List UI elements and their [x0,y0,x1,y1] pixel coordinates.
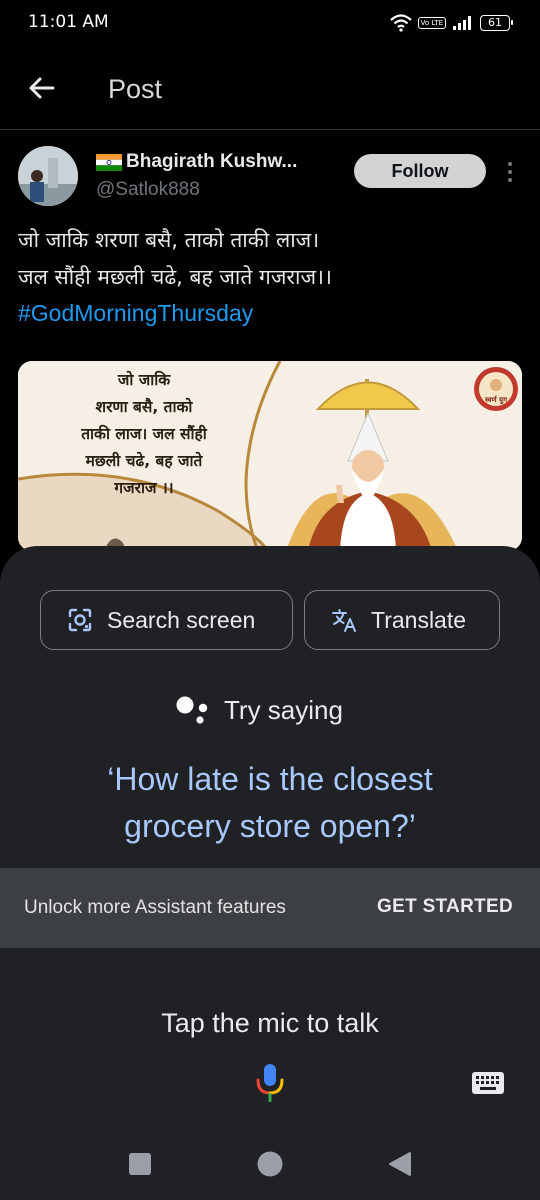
signal-icon [453,16,471,30]
lens-icon [67,607,93,633]
post-text-line-1: जो जाकि शरणा बसै, ताको ताकी लाज। [18,228,320,252]
nav-back-button[interactable] [386,1150,414,1178]
post-image[interactable]: जो जाकि शरणा बसै, ताको ताकी लाज। जल सौंह… [18,361,522,551]
keyboard-icon [472,1072,504,1094]
translate-button[interactable]: Translate [304,590,500,650]
tap-mic-label: Tap the mic to talk [161,1008,379,1038]
avatar[interactable] [18,146,78,206]
assistant-dots-icon [176,696,208,724]
author-name: Bhagirath Kushw... [126,151,298,172]
image-caption-line: जो जाकि [117,371,171,389]
status-time: 11:01 AM [28,12,109,32]
author-name-row[interactable]: Bhagirath Kushw... [96,151,297,173]
post-text-line-2: जल सौंही मछली चढे, बह जाते गजराज।। [18,265,332,289]
follow-button[interactable]: Follow [354,154,486,188]
suggestion-text[interactable]: ‘How late is the closest grocery store o… [0,756,540,850]
image-caption-line: गजराज ।। [114,479,174,497]
search-screen-button[interactable]: Search screen [40,590,293,650]
image-caption-line: मछली चढे, बह जाते [85,452,203,470]
triangle-back-icon [389,1152,411,1176]
keyboard-button[interactable] [470,1070,506,1096]
mic-icon [256,1064,284,1102]
battery-indicator: 61 [480,15,513,31]
unlock-features-banner: Unlock more Assistant features GET START… [0,868,540,948]
status-bar: 11:01 AM Vo LTE 61 [0,0,540,46]
status-icons: Vo LTE 61 [389,12,513,34]
image-caption-line: ताकी लाज। जल सौंही [81,425,207,443]
hashtag-link[interactable]: #GodMorningThursday [18,300,253,327]
unlock-text: Unlock more Assistant features [24,897,286,918]
translate-label: Translate [371,606,467,633]
back-button[interactable] [26,72,58,104]
recents-button[interactable] [126,1150,154,1178]
try-saying-row: Try saying [174,694,343,726]
image-caption-line: शरणा बसै, ताको [95,398,193,416]
translate-icon [331,607,357,633]
back-arrow-icon [29,77,55,99]
suggestion-line-2: grocery store open?’ [124,808,416,844]
india-flag-icon [96,153,122,171]
page-title: Post [108,74,163,104]
avatar-image [18,146,78,206]
author-handle[interactable]: @Satlok888 [96,179,200,201]
wifi-icon [389,14,412,32]
home-button[interactable] [256,1150,284,1178]
circle-icon [257,1151,283,1177]
suggestion-line-1: ‘How late is the closest [107,761,433,797]
search-screen-label: Search screen [107,606,256,633]
app-header: Post [0,46,540,130]
image-logo-text: स्वर्ण युग [484,396,508,404]
mic-button[interactable] [254,1062,286,1104]
get-started-button[interactable]: GET STARTED [377,896,513,918]
post-image-caption: जो जाकि शरणा बसै, ताको ताकी लाज। जल सौंह… [54,367,234,502]
volte-badge: Vo LTE [417,17,446,29]
square-icon [129,1153,151,1175]
more-options-icon[interactable] [500,158,520,186]
try-saying-label: Try saying [224,694,343,725]
system-nav-bar [0,1130,540,1200]
